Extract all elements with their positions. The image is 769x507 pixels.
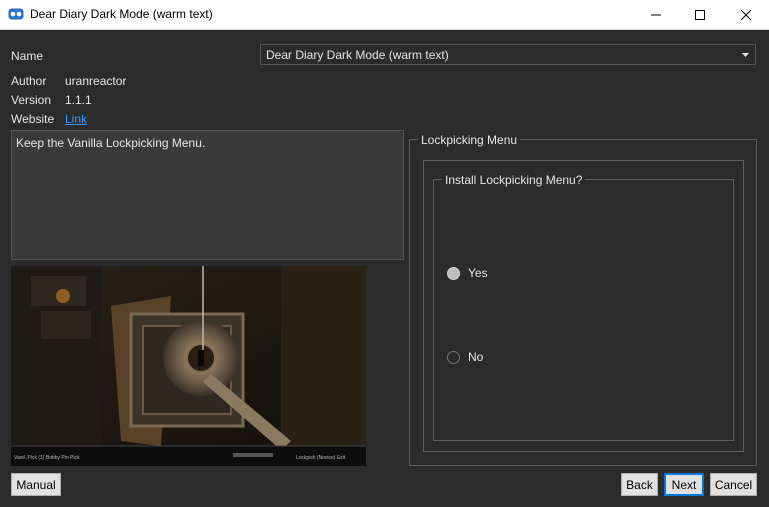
option-yes[interactable]: Yes [447,266,488,280]
yes-label: Yes [468,266,488,280]
lockpicking-menu-group-title: Lockpicking Menu [418,133,521,147]
website-label: Website [11,112,55,126]
no-label: No [468,350,484,364]
name-dropdown-value: Dear Diary Dark Mode (warm text) [266,48,449,62]
minimize-icon [651,14,661,15]
version-value: 1.1.1 [65,93,92,107]
install-lockpicking-subgroup [433,179,734,441]
option-no[interactable]: No [447,350,483,364]
plugin-icon [8,8,24,20]
title-bar: Dear Diary Dark Mode (warm text) [0,0,769,30]
name-label: Name [11,49,44,63]
minimize-button[interactable] [633,0,679,29]
install-lockpicking-subgroup-title: Install Lockpicking Menu? [442,173,586,187]
version-label: Version [11,93,52,107]
close-icon [741,9,751,20]
chevron-down-icon [742,53,749,57]
hud-left-text: Vanil..Pick (1) Bobby Pin Pick [14,455,80,461]
lockpick-scene-image: Vanil..Pick (1) Bobby Pin Pick Lockpick … [11,266,366,466]
no-radio[interactable] [447,350,460,364]
next-button[interactable]: Next [664,473,704,496]
maximize-button[interactable] [677,0,723,29]
hud-right-text: Lockpick (Novice) Exit [296,455,346,461]
back-button[interactable]: Back [621,473,658,496]
description-box[interactable]: Keep the Vanilla Lockpicking Menu. [11,130,404,260]
website-link[interactable]: Link [65,112,87,126]
name-dropdown[interactable]: Dear Diary Dark Mode (warm text) [260,44,756,65]
description-text: Keep the Vanilla Lockpicking Menu. [16,136,206,150]
author-value: uranreactor [65,74,127,88]
close-button[interactable] [723,0,769,29]
preview-image: Vanil..Pick (1) Bobby Pin Pick Lockpick … [11,266,366,466]
cancel-button[interactable]: Cancel [710,473,757,496]
window-title: Dear Diary Dark Mode (warm text) [30,7,213,21]
author-label: Author [11,74,47,88]
manual-button[interactable]: Manual [11,473,61,496]
yes-radio[interactable] [447,266,460,280]
maximize-icon [695,9,705,20]
